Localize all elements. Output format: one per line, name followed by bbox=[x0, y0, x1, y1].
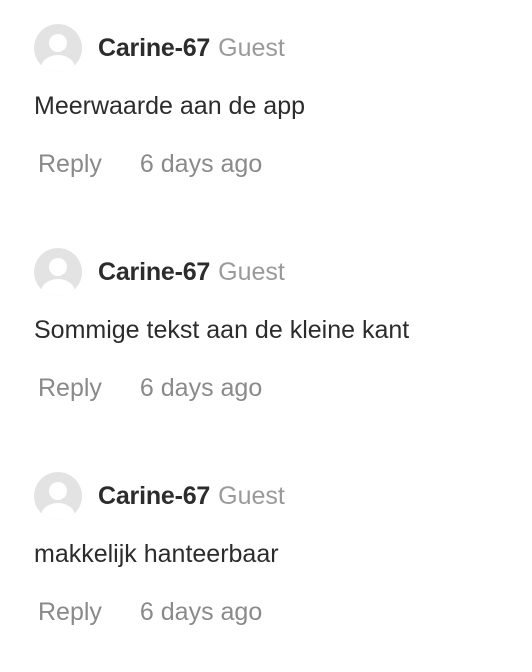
comment-header: Carine-67 Guest bbox=[34, 24, 285, 72]
comment-author[interactable]: Carine-67 bbox=[98, 258, 210, 287]
comment-header: Carine-67 Guest bbox=[34, 248, 285, 296]
comment-timestamp: 6 days ago bbox=[139, 598, 263, 626]
comment-actions: Reply 6 days ago bbox=[38, 598, 262, 627]
comment-text: Meerwaarde aan de app bbox=[34, 92, 306, 120]
comment-author-role: Guest bbox=[218, 481, 285, 510]
reply-button[interactable]: Reply bbox=[38, 598, 102, 627]
reply-button[interactable]: Reply bbox=[38, 374, 102, 403]
reply-button[interactable]: Reply bbox=[38, 150, 102, 179]
comment-timestamp: 6 days ago bbox=[139, 150, 263, 178]
comment-author-role: Guest bbox=[218, 257, 285, 286]
comment-author-role: Guest bbox=[218, 33, 285, 62]
comment-item: Carine-67 Guest Meerwaarde aan de app Re… bbox=[34, 24, 514, 224]
comment-actions: Reply 6 days ago bbox=[38, 374, 262, 403]
comment-item: Carine-67 Guest makkelijk hanteerbaar Re… bbox=[34, 472, 514, 672]
user-avatar-icon[interactable] bbox=[34, 472, 82, 520]
comment-author[interactable]: Carine-67 bbox=[98, 482, 210, 511]
comment-header: Carine-67 Guest bbox=[34, 472, 285, 520]
comment-text: Sommige tekst aan de kleine kant bbox=[34, 316, 410, 344]
comment-timestamp: 6 days ago bbox=[139, 374, 263, 402]
comment-text: makkelijk hanteerbaar bbox=[34, 540, 279, 568]
user-avatar-icon[interactable] bbox=[34, 248, 82, 296]
comment-actions: Reply 6 days ago bbox=[38, 150, 262, 179]
comment-author[interactable]: Carine-67 bbox=[98, 34, 210, 63]
comment-item: Carine-67 Guest Sommige tekst aan de kle… bbox=[34, 248, 514, 448]
user-avatar-icon[interactable] bbox=[34, 24, 82, 72]
